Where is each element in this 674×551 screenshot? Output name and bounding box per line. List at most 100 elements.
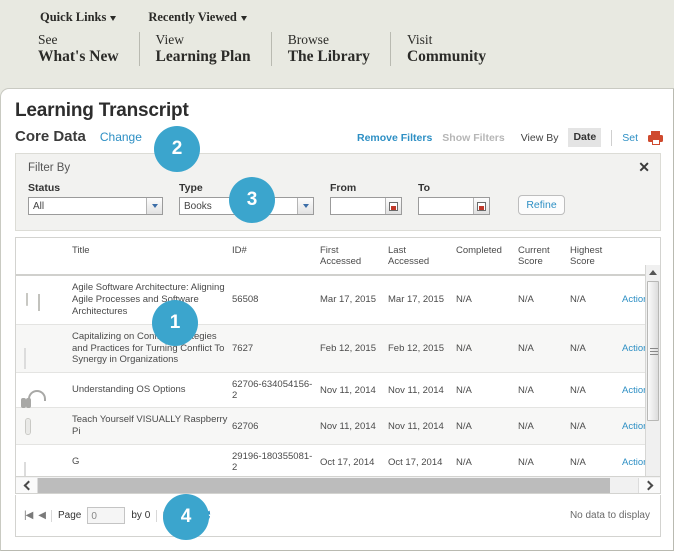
row-id: 62706-634054156-2 bbox=[232, 372, 320, 409]
row-current-score: N/A bbox=[518, 372, 570, 409]
printer-icon[interactable] bbox=[648, 130, 663, 145]
quick-links-menu[interactable]: Quick Links bbox=[40, 10, 117, 25]
row-icon-cell bbox=[16, 275, 72, 325]
row-id: 7627 bbox=[232, 324, 320, 374]
row-first-accessed: Nov 11, 2014 bbox=[320, 407, 388, 445]
screen-icon bbox=[26, 418, 30, 434]
callout-badge-1: 1 bbox=[152, 300, 198, 346]
table-vertical-scrollbar[interactable] bbox=[645, 265, 660, 476]
nav-item-community-label: Community bbox=[406, 47, 487, 65]
filter-fields: Status All Type Books From To Refine bbox=[28, 182, 565, 215]
column-header-highest-score[interactable]: Highest Score bbox=[570, 238, 622, 276]
scrollbar-thumb[interactable] bbox=[647, 281, 659, 421]
nav-item-community-small: Visit bbox=[406, 32, 433, 47]
row-id: 56508 bbox=[232, 275, 320, 325]
close-icon[interactable]: ✕ bbox=[638, 160, 650, 174]
transcript-toolbar: Remove Filters Show Filters View By Date… bbox=[357, 128, 663, 147]
no-data-status: No data to display bbox=[569, 510, 650, 521]
column-header-completed[interactable]: Completed bbox=[456, 238, 518, 276]
table-horizontal-scrollbar[interactable] bbox=[15, 477, 661, 494]
view-by-date-option[interactable]: Date bbox=[568, 128, 602, 147]
hscroll-thumb[interactable] bbox=[38, 477, 610, 493]
change-link[interactable]: Change bbox=[100, 130, 142, 144]
row-last-accessed: Feb 12, 2015 bbox=[388, 324, 456, 374]
nav-item-learning-plan-small: View bbox=[155, 32, 184, 47]
nav-item-community[interactable]: Visit Community bbox=[407, 32, 506, 66]
chevron-down-icon bbox=[297, 198, 313, 214]
subtitle-core-data: Core Data bbox=[15, 128, 86, 145]
column-header-icon bbox=[16, 238, 72, 276]
quick-links-row: Quick Links Recently Viewed bbox=[40, 10, 247, 25]
table-row[interactable]: G 29196-180355081-2 Oct 17, 2014 Oct 17, 20… bbox=[16, 444, 660, 476]
page-label: Page bbox=[58, 510, 82, 521]
row-last-accessed: Oct 17, 2014 bbox=[388, 444, 456, 476]
row-title[interactable]: Capitalizing on Conflict: Strategies and… bbox=[72, 324, 232, 374]
nav-item-the-library[interactable]: Browse The Library bbox=[287, 32, 391, 67]
view-by-label: View By bbox=[520, 131, 559, 144]
nav-item-whats-new[interactable]: See What's New bbox=[38, 32, 140, 67]
table-row[interactable]: Understanding OS Options 62706-634054156-… bbox=[16, 372, 660, 409]
status-field: Status All bbox=[28, 182, 163, 215]
row-icon-cell bbox=[16, 324, 72, 374]
transcript-table: Title ID# First Accessed Last Accessed C… bbox=[15, 237, 661, 477]
scroll-right-icon[interactable] bbox=[638, 477, 660, 493]
to-label: To bbox=[418, 182, 431, 194]
previous-page-button[interactable]: ◀ bbox=[38, 510, 46, 521]
row-first-accessed: Mar 17, 2015 bbox=[320, 275, 388, 325]
top-navigation-bar: Quick Links Recently Viewed See What's N… bbox=[0, 0, 674, 88]
page-number-input[interactable]: 0 bbox=[87, 507, 126, 524]
subtitle-row: Core Data Change bbox=[15, 128, 142, 145]
hscroll-track[interactable] bbox=[38, 477, 638, 493]
column-header-last-accessed[interactable]: Last Accessed bbox=[388, 238, 456, 276]
row-title[interactable]: Teach Yourself VISUALLY Raspberry Pi bbox=[72, 407, 232, 445]
status-select[interactable]: All bbox=[28, 197, 163, 215]
scroll-left-icon[interactable] bbox=[16, 477, 38, 493]
refine-button[interactable]: Refine bbox=[518, 195, 565, 215]
column-header-id[interactable]: ID# bbox=[232, 238, 320, 276]
table-row[interactable]: Agile Software Architecture: Aligning Ag… bbox=[16, 275, 660, 325]
row-title[interactable]: G bbox=[72, 444, 232, 476]
calendar-icon[interactable] bbox=[473, 198, 489, 214]
row-current-score: N/A bbox=[518, 275, 570, 325]
row-title[interactable]: Understanding OS Options bbox=[72, 372, 232, 409]
page-title: Learning Transcript bbox=[15, 100, 189, 121]
nav-item-the-library-small: Browse bbox=[287, 32, 329, 47]
quick-links-label: Quick Links bbox=[40, 10, 107, 24]
status-value: All bbox=[33, 200, 45, 212]
calendar-icon[interactable] bbox=[385, 198, 401, 214]
nav-item-learning-plan[interactable]: View Learning Plan bbox=[155, 32, 272, 67]
callout-badge-3: 3 bbox=[229, 177, 275, 223]
chevron-down-icon bbox=[240, 16, 247, 21]
row-current-score: N/A bbox=[518, 324, 570, 374]
main-navigation: See What's New View Learning Plan Browse… bbox=[38, 32, 522, 67]
application-window: Quick Links Recently Viewed See What's N… bbox=[0, 0, 674, 551]
table-row[interactable]: Capitalizing on Conflict: Strategies and… bbox=[16, 324, 660, 374]
recently-viewed-menu[interactable]: Recently Viewed bbox=[148, 10, 247, 25]
scroll-up-icon[interactable] bbox=[646, 265, 660, 279]
row-last-accessed: Nov 11, 2014 bbox=[388, 407, 456, 445]
set-button[interactable]: Set bbox=[622, 132, 638, 144]
row-completed: N/A bbox=[456, 444, 518, 476]
row-icon-cell bbox=[16, 407, 72, 445]
current-score-line2: Score bbox=[518, 256, 543, 267]
row-highest-score: N/A bbox=[570, 407, 622, 445]
to-date-input[interactable] bbox=[418, 197, 490, 215]
table-row[interactable]: Teach Yourself VISUALLY Raspberry Pi 6270… bbox=[16, 407, 660, 445]
row-highest-score: N/A bbox=[570, 324, 622, 374]
from-date-input[interactable] bbox=[330, 197, 402, 215]
callout-badge-2: 2 bbox=[154, 126, 200, 172]
pager-divider bbox=[156, 509, 158, 522]
last-accessed-line1: Last bbox=[388, 245, 406, 256]
first-page-button[interactable]: |◀ bbox=[24, 510, 33, 521]
row-highest-score: N/A bbox=[570, 275, 622, 325]
remove-filters-button[interactable]: Remove Filters bbox=[357, 132, 432, 144]
scrollbar-grip-icon bbox=[650, 348, 658, 355]
row-first-accessed: Nov 11, 2014 bbox=[320, 372, 388, 409]
column-header-current-score[interactable]: Current Score bbox=[518, 238, 570, 276]
from-label: From bbox=[330, 182, 357, 194]
from-field: From bbox=[330, 182, 402, 215]
column-header-first-accessed[interactable]: First Accessed bbox=[320, 238, 388, 276]
column-header-title[interactable]: Title bbox=[72, 238, 232, 276]
to-field: To bbox=[418, 182, 490, 215]
chevron-down-icon bbox=[146, 198, 162, 214]
